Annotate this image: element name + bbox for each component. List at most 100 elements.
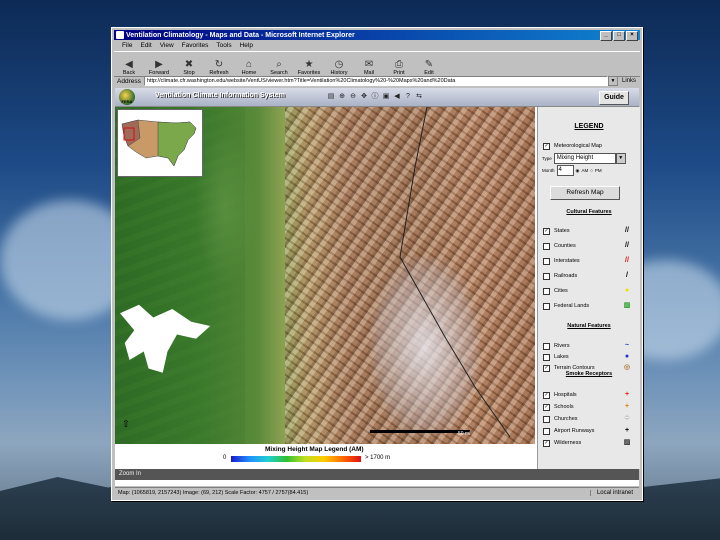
smoke-receptor-symbol-icon: ▨: [623, 439, 631, 446]
legend-max: > 1700 m: [365, 455, 391, 461]
back-extent-icon[interactable]: ◀: [393, 93, 401, 101]
cultural-feature-checkbox[interactable]: [543, 257, 550, 265]
cultural-feature-row[interactable]: Interstates: [543, 257, 580, 265]
chevron-down-icon[interactable]: ▼: [615, 153, 626, 164]
cultural-feature-symbol-icon: ●: [624, 287, 630, 294]
refresh-map-button[interactable]: Refresh Map: [550, 186, 620, 200]
smoke-receptor-label: Wilderness: [554, 440, 582, 446]
terrain-map[interactable]: ⇧ 50 mi: [115, 107, 535, 444]
forward-button[interactable]: ▶ Forward: [146, 53, 172, 76]
history-button[interactable]: ◷ History: [326, 53, 352, 76]
cultural-feature-row[interactable]: Federal Lands: [543, 302, 589, 310]
app-header: FERA Ventilation Climate Information Sys…: [115, 88, 639, 107]
natural-feature-checkbox[interactable]: [543, 353, 550, 361]
cultural-feature-checkbox[interactable]: [543, 242, 550, 250]
menu-file[interactable]: File: [122, 42, 132, 49]
search-button[interactable]: ⌕ Search: [266, 53, 292, 76]
menu-help[interactable]: Help: [240, 42, 253, 49]
smoke-receptor-checkbox[interactable]: ✓: [543, 403, 550, 411]
natural-feature-checkbox[interactable]: [543, 342, 550, 350]
cultural-feature-row[interactable]: Railroads: [543, 272, 577, 280]
refresh-button[interactable]: ↻ Refresh: [206, 53, 232, 76]
cultural-feature-symbol-icon: ▨: [623, 302, 631, 309]
stop-icon: ✖: [184, 59, 194, 70]
natural-feature-row[interactable]: Lakes: [543, 353, 569, 361]
guide-button[interactable]: Guide: [599, 91, 629, 105]
natural-heading: Natural Features: [567, 323, 611, 329]
menu-edit[interactable]: Edit: [140, 42, 151, 49]
legend-title: Mixing Height Map Legend (AM): [265, 446, 364, 453]
menu-view[interactable]: View: [160, 42, 174, 49]
smoke-receptor-row[interactable]: ✓ Hospitals: [543, 391, 577, 399]
natural-feature-row[interactable]: Rivers: [543, 342, 570, 350]
met-map-checkbox[interactable]: ✓: [543, 142, 550, 150]
close-button[interactable]: ×: [626, 31, 638, 41]
smoke-receptor-symbol-icon: +: [624, 391, 630, 398]
natural-feature-label: Lakes: [554, 354, 569, 360]
print-button[interactable]: ⎙ Print: [386, 53, 412, 76]
met-map-row[interactable]: ✓ Meteorological Map: [543, 142, 602, 150]
browser-window: Ventilation Climatology - Maps and Data …: [111, 27, 643, 501]
home-button[interactable]: ⌂ Home: [236, 53, 262, 76]
stop-button[interactable]: ✖ Stop: [176, 53, 202, 76]
map-tools: ▤ ⊕ ⊖ ✥ ⓘ ▣ ◀ ? ⇆: [327, 93, 423, 101]
legend-min: 0: [223, 455, 227, 461]
minimize-button[interactable]: _: [600, 31, 612, 41]
cultural-feature-checkbox[interactable]: [543, 302, 550, 310]
back-button[interactable]: ◀ Back: [116, 53, 142, 76]
cultural-feature-label: Federal Lands: [554, 303, 590, 309]
month-label: Month: [542, 168, 555, 173]
smoke-receptor-row[interactable]: ✓ Schools: [543, 403, 574, 411]
month-select[interactable]: 4: [556, 165, 574, 176]
status-bar: Map: (1065819, 2157243) Image: (69, 212)…: [115, 487, 639, 498]
maximize-button[interactable]: □: [613, 31, 625, 41]
smoke-receptor-symbol-icon: +: [624, 415, 630, 422]
links-button[interactable]: Links: [618, 78, 640, 84]
cultural-feature-label: Counties: [554, 243, 576, 249]
zoom-in-icon[interactable]: ⊕: [338, 93, 346, 101]
ie-icon: [116, 31, 124, 39]
smoke-receptor-checkbox[interactable]: ✓: [543, 439, 550, 447]
pm-radio-icon[interactable]: ○: [590, 168, 593, 173]
favorites-button[interactable]: ★ Favorites: [296, 53, 322, 76]
smoke-receptor-row[interactable]: Churches: [543, 415, 578, 423]
cultural-feature-symbol-icon: //: [625, 227, 629, 234]
smoke-receptor-checkbox[interactable]: [543, 427, 550, 435]
chevron-down-icon[interactable]: ▼: [607, 76, 618, 86]
smoke-receptor-row[interactable]: Airport Runways: [543, 427, 594, 435]
smoke-receptor-symbol-icon: +: [624, 427, 630, 434]
cultural-feature-label: States: [554, 228, 570, 234]
status-hint: Zoom In: [115, 469, 639, 480]
edit-icon: ✎: [424, 59, 434, 70]
cultural-feature-checkbox[interactable]: [543, 272, 550, 280]
locator-map[interactable]: [117, 109, 203, 177]
cultural-feature-row[interactable]: Counties: [543, 242, 576, 250]
address-bar: Address http://climate.cfr.washington.ed…: [114, 76, 640, 86]
layers-icon[interactable]: ▤: [327, 93, 335, 101]
query-icon[interactable]: ?: [404, 93, 412, 101]
history-icon: ◷: [334, 59, 344, 70]
cultural-feature-row[interactable]: Cities: [543, 287, 568, 295]
type-row: Type Mixing Height ▼: [542, 153, 626, 164]
cultural-feature-label: Cities: [554, 288, 568, 294]
smoke-receptor-row[interactable]: ✓ Wilderness: [543, 439, 581, 447]
smoke-receptor-checkbox[interactable]: ✓: [543, 391, 550, 399]
identify-icon[interactable]: ⓘ: [371, 93, 379, 101]
edit-button[interactable]: ✎ Edit: [416, 53, 442, 76]
cultural-feature-checkbox[interactable]: ✓: [543, 227, 550, 235]
type-select[interactable]: Mixing Height: [553, 153, 616, 164]
full-extent-icon[interactable]: ▣: [382, 93, 390, 101]
cultural-feature-row[interactable]: ✓ States: [543, 227, 570, 235]
zoom-out-icon[interactable]: ⊖: [349, 93, 357, 101]
cultural-feature-label: Railroads: [554, 273, 578, 279]
cultural-feature-checkbox[interactable]: [543, 287, 550, 295]
mail-button[interactable]: ✉ Mail: [356, 53, 382, 76]
smoke-receptor-checkbox[interactable]: [543, 415, 550, 423]
pan-icon[interactable]: ✥: [360, 93, 368, 101]
am-radio-icon[interactable]: ◉: [576, 168, 580, 174]
address-input[interactable]: http://climate.cfr.washington.edu/websit…: [143, 76, 608, 86]
measure-icon[interactable]: ⇆: [415, 93, 423, 101]
menu-tools[interactable]: Tools: [216, 42, 231, 49]
month-row: Month 4 ◉ AM ○ PM: [542, 165, 602, 176]
menu-favorites[interactable]: Favorites: [182, 42, 209, 49]
